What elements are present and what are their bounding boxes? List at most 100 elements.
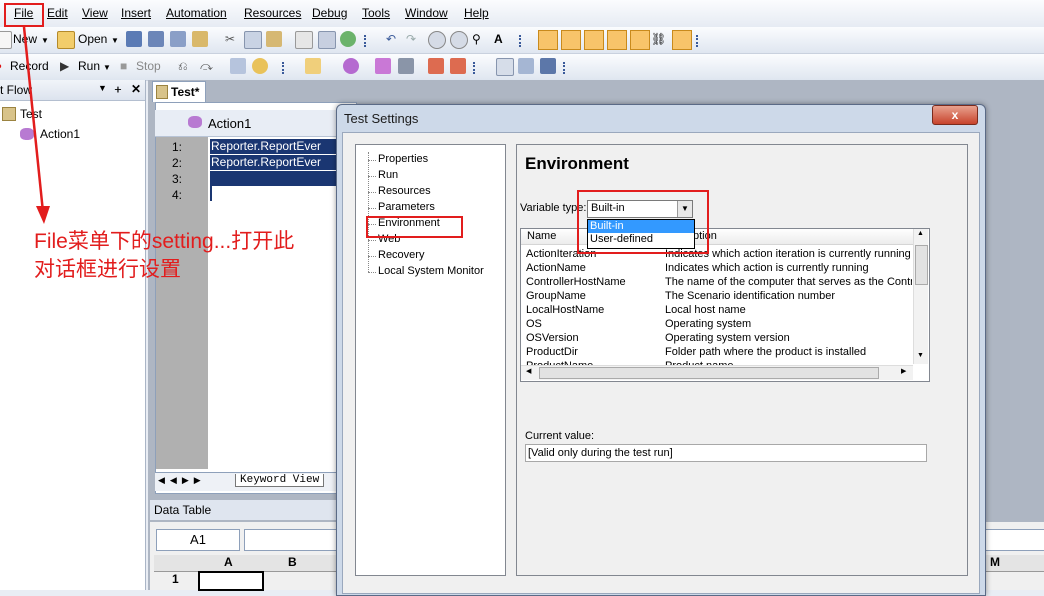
pane-menu-arrow-icon[interactable]: ▼ xyxy=(98,83,107,93)
open-dropdown-arrow-icon[interactable]: ▼ xyxy=(111,36,119,45)
output-value-icon[interactable] xyxy=(630,30,650,50)
tab-keyword-view[interactable]: Keyword View xyxy=(235,474,325,487)
action-selector-bar[interactable]: Action1 xyxy=(155,110,355,137)
copy-icon[interactable] xyxy=(244,31,262,49)
object-repository-icon[interactable] xyxy=(538,30,558,50)
binoculars-icon[interactable]: ⚲ xyxy=(472,32,481,46)
list-vertical-scrollbar[interactable]: ▲ ▼ xyxy=(913,229,928,364)
checkpoint-icon[interactable] xyxy=(607,30,627,50)
step-generator-icon[interactable]: ⛓ xyxy=(651,32,666,46)
move-left-icon[interactable] xyxy=(428,58,444,74)
menu-insert[interactable]: Insert xyxy=(121,6,151,20)
nav-parameters[interactable]: Parameters xyxy=(378,201,435,213)
tree-node-action1[interactable]: Action1 xyxy=(40,127,80,141)
menu-help[interactable]: Help xyxy=(464,6,489,20)
pin-icon[interactable]: ᚐ xyxy=(115,82,121,96)
redo-icon[interactable]: ↷ xyxy=(406,32,416,46)
scroll-thumb[interactable] xyxy=(915,245,928,285)
toolbar-grip-5[interactable] xyxy=(473,62,479,74)
list-item-description[interactable]: Indicates which action is currently runn… xyxy=(665,262,912,274)
scroll-down-icon[interactable]: ▼ xyxy=(917,352,924,359)
nav-run[interactable]: Run xyxy=(378,169,398,181)
results-icon[interactable] xyxy=(496,58,514,76)
tab-scroll-arrows-icon[interactable]: ◀◀▶▶ xyxy=(158,475,206,486)
code-line[interactable]: Reporter.ReportEver xyxy=(210,139,356,154)
edit-icon[interactable] xyxy=(295,31,313,49)
list-item-description[interactable]: Local host name xyxy=(665,304,912,316)
cut-icon[interactable]: ✂ xyxy=(225,32,235,46)
list-item-name[interactable]: OS xyxy=(526,318,542,330)
breakpoint-icon[interactable] xyxy=(252,58,268,74)
properties-icon[interactable] xyxy=(318,31,336,49)
new-button[interactable]: New xyxy=(13,32,37,46)
list-item-name[interactable]: ControllerHostName xyxy=(526,276,626,288)
step-over-icon[interactable]: ⤼ xyxy=(200,59,213,74)
list-item-description[interactable]: Operating system xyxy=(665,318,912,330)
toolbar-grip-3[interactable] xyxy=(696,35,702,47)
split-action-icon[interactable] xyxy=(398,58,414,74)
replace-icon[interactable]: A xyxy=(494,32,503,46)
save-icon[interactable] xyxy=(126,31,142,47)
paste-icon[interactable] xyxy=(266,31,282,47)
toolbar-grip-6[interactable] xyxy=(563,62,569,74)
find-next-icon[interactable] xyxy=(450,31,468,49)
call-existing-icon[interactable] xyxy=(375,58,391,74)
menu-tools[interactable]: Tools xyxy=(362,6,390,20)
list-item-description[interactable]: Folder path where the product is install… xyxy=(665,346,912,358)
menu-resources[interactable]: Resources xyxy=(244,6,301,20)
cell-reference-box[interactable]: A1 xyxy=(156,529,240,551)
toolbar-grip-2[interactable] xyxy=(519,35,525,47)
settings-icon[interactable] xyxy=(518,58,534,74)
code-line-empty[interactable] xyxy=(210,171,356,186)
run-dropdown-arrow-icon[interactable]: ▼ xyxy=(103,63,111,72)
find-icon[interactable] xyxy=(428,31,446,49)
nav-local-system-monitor[interactable]: Local System Monitor xyxy=(378,265,484,277)
menu-automation[interactable]: Automation xyxy=(166,6,227,20)
function-definition-icon[interactable] xyxy=(672,30,692,50)
open-button[interactable]: Open xyxy=(78,32,107,46)
column-header-a[interactable]: A xyxy=(224,555,233,569)
list-item-description[interactable]: Operating system version xyxy=(665,332,912,344)
row-header-1[interactable]: 1 xyxy=(172,572,179,586)
list-item-name[interactable]: ProductDir xyxy=(526,346,578,358)
column-header-m[interactable]: M xyxy=(990,555,1000,569)
print-icon[interactable] xyxy=(192,31,208,47)
list-item-name[interactable]: OSVersion xyxy=(526,332,579,344)
list-item-name[interactable]: GroupName xyxy=(526,290,586,302)
options-icon[interactable] xyxy=(540,58,556,74)
list-item-description[interactable]: The Scenario identification number xyxy=(665,290,912,302)
scroll-thumb-horizontal[interactable] xyxy=(539,367,879,379)
scroll-right-icon[interactable]: ▶ xyxy=(901,367,906,375)
save-with-resources-icon[interactable] xyxy=(170,31,186,47)
nav-resources[interactable]: Resources xyxy=(378,185,431,197)
tree-node-test[interactable]: Test xyxy=(20,107,42,121)
object-spy-icon[interactable] xyxy=(561,30,581,50)
list-horizontal-scrollbar[interactable]: ◀ ▶ xyxy=(521,365,913,380)
insert-call-icon[interactable] xyxy=(343,58,359,74)
record-button[interactable]: Record xyxy=(10,59,49,73)
move-right-icon[interactable] xyxy=(450,58,466,74)
nav-properties[interactable]: Properties xyxy=(378,153,428,165)
stop-button[interactable]: Stop xyxy=(136,59,161,73)
list-item-description[interactable]: The name of the computer that serves as … xyxy=(665,276,912,288)
menu-view[interactable]: View xyxy=(82,6,108,20)
toolbar-grip-4[interactable] xyxy=(282,62,288,74)
save-all-icon[interactable] xyxy=(148,31,164,47)
document-tab[interactable]: Test* xyxy=(152,81,206,102)
insert-step-icon[interactable] xyxy=(230,58,246,74)
scroll-up-icon[interactable]: ▲ xyxy=(917,230,924,237)
list-item-name[interactable]: ActionName xyxy=(526,262,586,274)
action-icon[interactable] xyxy=(305,58,321,74)
undo-icon[interactable]: ↶ xyxy=(386,32,396,46)
toolbar-grip[interactable] xyxy=(364,35,370,47)
selected-cell-a1[interactable] xyxy=(198,571,264,591)
new-dropdown-arrow-icon[interactable]: ▼ xyxy=(41,36,49,45)
menu-window[interactable]: Window xyxy=(405,6,448,20)
close-pane-icon[interactable]: ✕ xyxy=(131,82,141,96)
column-header-b[interactable]: B xyxy=(288,555,297,569)
scroll-left-icon[interactable]: ◀ xyxy=(526,367,531,375)
current-value-field[interactable]: [Valid only during the test run] xyxy=(525,444,927,462)
menu-edit[interactable]: Edit xyxy=(47,6,68,20)
menu-debug[interactable]: Debug xyxy=(312,6,347,20)
object-identification-icon[interactable] xyxy=(584,30,604,50)
